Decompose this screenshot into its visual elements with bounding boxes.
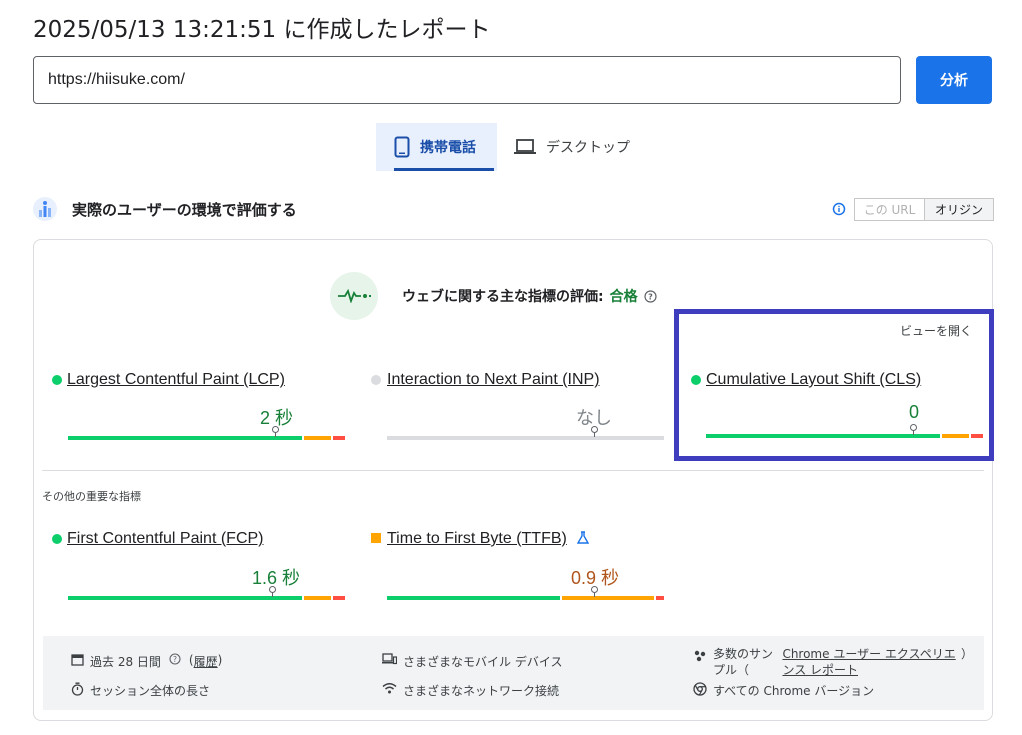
toggle-origin[interactable]: オリジン [925,199,993,220]
analyze-button[interactable]: 分析 [916,56,992,104]
session-text: セッション全体の長さ [90,684,211,698]
section-title: 実際のユーザーの環境で評価する [72,201,297,219]
help-icon[interactable]: ? [644,289,657,303]
help-icon[interactable]: ? [169,653,181,665]
ttfb-bar-segment [387,596,560,600]
ttfb-bar-segment [655,596,664,600]
lcp-bar-segment [332,436,345,440]
network-text: さまざまなネットワーク接続 [403,684,560,698]
ttfb-metric-link[interactable]: Time to First Byte (TTFB) [387,530,567,548]
inp-distribution-bar [387,436,664,440]
footer-network: さまざまなネットワーク接続 [382,682,559,699]
data-scope-toggle: この URL オリジン [854,198,994,221]
other-metrics-title: その他の重要な指標 [42,490,141,503]
assessment-result: 合格 [609,289,638,305]
active-tab-indicator [394,168,494,171]
ttfb-value: 0.9 秒 [570,568,619,588]
crux-report-link[interactable]: Chrome ユーザー エクスペリエンス レポート [782,646,959,678]
pulse-icon [330,272,378,320]
footer-period: 過去 28 日間 ? (履歴) [71,653,222,670]
samples-icon [694,650,706,662]
assessment-label: ウェブに関する主な指標の評価: [402,289,604,305]
fcp-metric-link[interactable]: First Contentful Paint (FCP) [67,530,264,548]
ttfb-status-square [371,533,381,543]
toggle-this-url[interactable]: この URL [855,199,925,220]
info-icon[interactable] [832,202,846,216]
inp-status-dot [371,375,381,385]
fcp-value: 1.6 秒 [251,568,300,588]
wifi-icon [382,683,397,694]
footer-session: セッション全体の長さ [71,682,210,699]
report-title: 2025/05/13 13:21:51 に作成したレポート [33,17,491,43]
fcp-status-dot [52,534,62,544]
lcp-status-dot [52,375,62,385]
tab-desktop-label: デスクトップ [546,140,630,156]
ttfb-distribution-bar [387,596,664,600]
devices-text: さまざまなモバイル デバイス [403,655,563,669]
fcp-bar-segment [68,596,302,600]
chrome-icon [693,682,707,696]
tab-desktop[interactable]: デスクトップ [514,123,654,171]
inp-bar-segment [387,436,664,440]
data-info-footer: 過去 28 日間 ? (履歴) セッション全体の長さ さまざまなモバイル デバイ… [43,636,984,710]
inp-value: なし [576,408,612,428]
inp-metric-link[interactable]: Interaction to Next Paint (INP) [387,371,600,389]
cwv-assessment: ウェブに関する主な指標の評価: 合格 ? [402,286,657,306]
laptop-icon [514,139,536,154]
lcp-metric-link[interactable]: Largest Contentful Paint (LCP) [67,371,285,389]
versions-text: すべての Chrome バージョン [713,684,875,698]
footer-versions: すべての Chrome バージョン [693,682,874,699]
fcp-distribution-bar [68,596,345,600]
fcp-bar-segment [304,596,331,600]
samples-prefix: 多数のサンプル（ [713,647,774,677]
section-divider [42,470,984,471]
svg-text:?: ? [648,292,653,301]
flask-icon [577,531,589,544]
phone-icon [394,136,410,158]
devices-icon [382,653,397,665]
tab-mobile-label: 携帯電話 [420,140,476,156]
footer-samples: 多数のサンプル（ Chrome ユーザー エクスペリエンス レポート ） [693,646,973,678]
stopwatch-icon [71,682,84,696]
ttfb-bar-segment [561,596,654,600]
history-link[interactable]: 履歴 [194,653,218,670]
period-text: 過去 28 日間 [90,655,161,669]
svg-text:?: ? [173,655,177,664]
lcp-bar-segment [304,436,331,440]
footer-devices: さまざまなモバイル デバイス [382,653,562,670]
url-input[interactable] [33,56,901,104]
highlight-box [674,309,994,461]
lcp-distribution-bar [68,436,345,440]
calendar-icon [71,654,84,666]
lcp-bar-segment [68,436,302,440]
fcp-bar-segment [332,596,345,600]
samples-suffix: ） [960,647,973,661]
tab-mobile[interactable]: 携帯電話 [376,123,497,171]
users-chart-icon [33,197,57,221]
lcp-value: 2 秒 [259,408,293,428]
